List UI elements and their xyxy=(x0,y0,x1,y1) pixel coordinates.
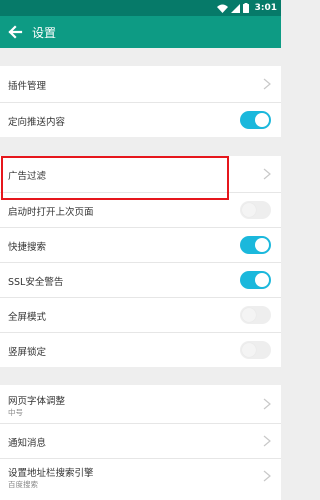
settings-item-label: 通知消息 xyxy=(8,438,47,449)
portrait-lock-toggle[interactable] xyxy=(240,341,271,359)
chevron-right-icon xyxy=(263,435,271,447)
settings-item-label: 全屏模式 xyxy=(8,312,47,323)
settings-item-label: 启动时打开上次页面 xyxy=(8,207,94,218)
highlight-box xyxy=(1,156,229,200)
toggle-knob xyxy=(255,273,269,287)
settings-item-portrait-lock[interactable]: 竖屏锁定 xyxy=(0,333,281,367)
restore-last-page-toggle[interactable] xyxy=(240,201,271,219)
chevron-right-icon xyxy=(263,470,271,482)
settings-item-label: 设置地址栏搜索引擎 xyxy=(8,468,94,479)
fullscreen-toggle[interactable] xyxy=(240,306,271,324)
settings-item-notifications[interactable]: 通知消息 xyxy=(0,424,281,458)
toggle-knob xyxy=(255,113,269,127)
toggle-knob xyxy=(255,238,269,252)
settings-item-label: 定向推送内容 xyxy=(8,117,66,128)
status-icons: 3:01 xyxy=(216,1,277,15)
settings-item-value: 中号 xyxy=(8,408,23,417)
settings-item-label: 插件管理 xyxy=(8,81,47,92)
app-bar: 设置 xyxy=(0,16,281,48)
toggle-knob xyxy=(242,203,256,217)
settings-item-font-size[interactable]: 网页字体调整 中号 xyxy=(0,385,281,423)
settings-item-quick-search[interactable]: 快捷搜索 xyxy=(0,228,281,262)
targeted-push-toggle[interactable] xyxy=(240,111,271,129)
chevron-right-icon xyxy=(263,168,271,180)
settings-item-plugin-manager[interactable]: 插件管理 xyxy=(0,66,281,102)
settings-item-targeted-push[interactable]: 定向推送内容 xyxy=(0,103,281,137)
chevron-right-icon xyxy=(263,398,271,410)
page-title: 设置 xyxy=(32,26,57,40)
settings-item-label: 快捷搜索 xyxy=(8,242,47,253)
wifi-icon xyxy=(216,4,228,13)
signal-icon xyxy=(230,3,240,13)
status-time: 3:01 xyxy=(254,3,277,13)
quick-search-toggle[interactable] xyxy=(240,236,271,254)
chevron-right-icon xyxy=(263,78,271,90)
settings-item-label: SSL安全警告 xyxy=(8,277,64,288)
toggle-knob xyxy=(242,343,256,357)
settings-item-ssl-warning[interactable]: SSL安全警告 xyxy=(0,263,281,297)
back-arrow-icon[interactable] xyxy=(7,24,23,40)
ssl-warning-toggle[interactable] xyxy=(240,271,271,289)
battery-icon xyxy=(242,3,249,13)
settings-item-value: 百度搜索 xyxy=(8,480,38,489)
status-bar: 3:01 xyxy=(0,0,281,16)
settings-item-label: 竖屏锁定 xyxy=(8,347,47,358)
settings-item-search-engine[interactable]: 设置地址栏搜索引擎 百度搜索 xyxy=(0,459,281,500)
settings-item-label: 网页字体调整 xyxy=(8,396,66,407)
settings-item-fullscreen[interactable]: 全屏模式 xyxy=(0,298,281,332)
toggle-knob xyxy=(242,308,256,322)
